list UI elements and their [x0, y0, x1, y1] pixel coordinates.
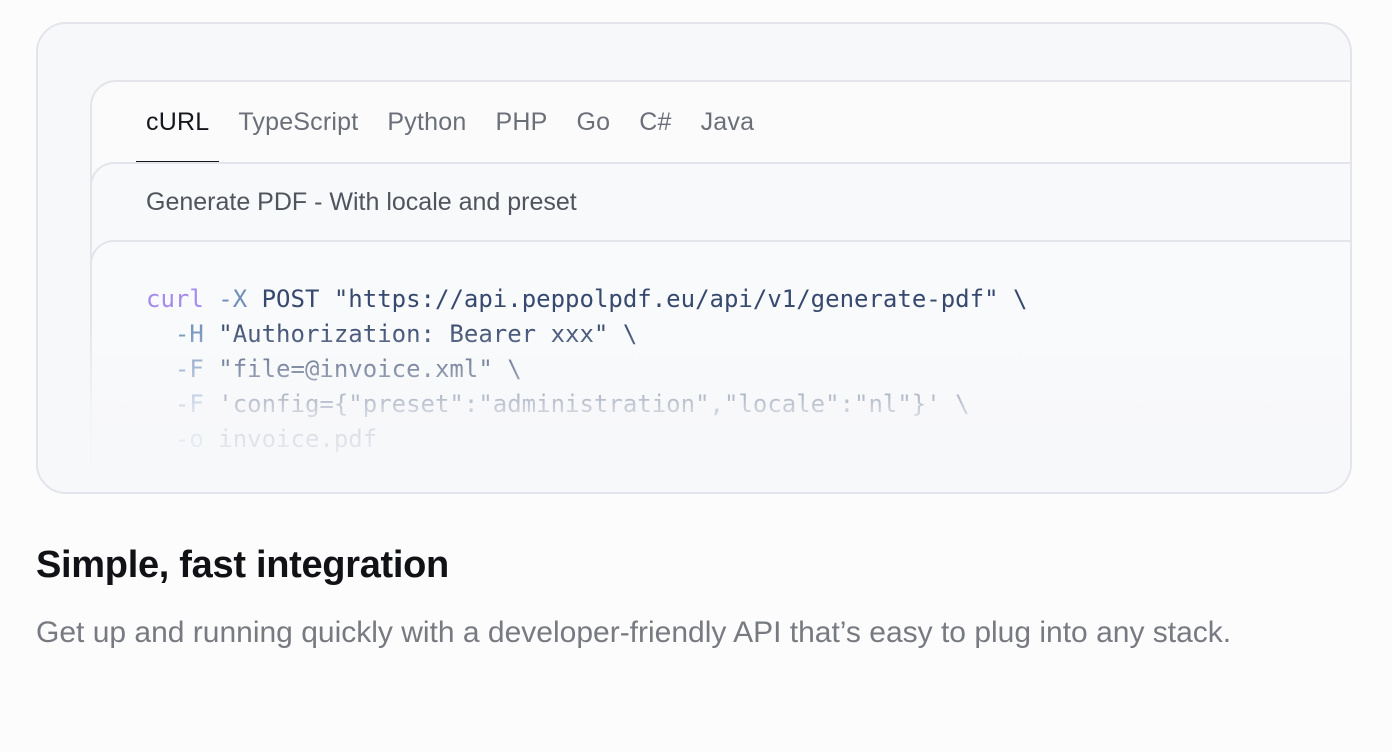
- tab-python[interactable]: Python: [377, 82, 476, 162]
- code-text: "file=@invoice.xml" \: [203, 355, 522, 383]
- code-tabs-panel: cURL TypeScript Python PHP Go C# Java Ge…: [90, 80, 1350, 492]
- code-text: 'config={"preset":"administration","loca…: [203, 390, 970, 418]
- tab-curl[interactable]: cURL: [136, 82, 220, 163]
- section-description: Get up and running quickly with a develo…: [36, 616, 1232, 649]
- language-tabs: cURL TypeScript Python PHP Go C# Java: [136, 82, 773, 163]
- code-text: POST "https://api.peppolpdf.eu/api/v1/ge…: [247, 285, 1028, 313]
- code-line: curl -X POST "https://api.peppolpdf.eu/a…: [146, 282, 1027, 317]
- tab-php[interactable]: PHP: [485, 82, 557, 162]
- code-flag: -H: [146, 320, 204, 348]
- tab-typescript[interactable]: TypeScript: [228, 82, 368, 162]
- code-text: "Authorization: Bearer xxx" \: [203, 320, 638, 348]
- tab-csharp[interactable]: C#: [629, 82, 681, 162]
- code-line: -F "file=@invoice.xml" \: [146, 352, 1027, 387]
- code-example-card: cURL TypeScript Python PHP Go C# Java Ge…: [36, 22, 1352, 494]
- tab-go[interactable]: Go: [566, 82, 620, 162]
- code-flag: -X: [203, 285, 248, 313]
- code-command: curl: [146, 285, 204, 313]
- code-flag: -F: [146, 355, 204, 383]
- section-heading: Simple, fast integration: [36, 544, 449, 586]
- example-title: Generate PDF - With locale and preset: [146, 188, 577, 216]
- code-text: invoice.pdf: [203, 425, 378, 453]
- example-panel: Generate PDF - With locale and preset cu…: [90, 162, 1350, 492]
- code-line: -o invoice.pdf: [146, 422, 1027, 457]
- code-line: -F 'config={"preset":"administration","l…: [146, 387, 1027, 422]
- tab-java[interactable]: Java: [691, 82, 765, 162]
- code-block: curl -X POST "https://api.peppolpdf.eu/a…: [90, 240, 1350, 492]
- code-flag: -o: [146, 425, 204, 453]
- code-flag: -F: [146, 390, 204, 418]
- code-line: -H "Authorization: Bearer xxx" \: [146, 317, 1027, 352]
- code-snippet: curl -X POST "https://api.peppolpdf.eu/a…: [146, 282, 1027, 457]
